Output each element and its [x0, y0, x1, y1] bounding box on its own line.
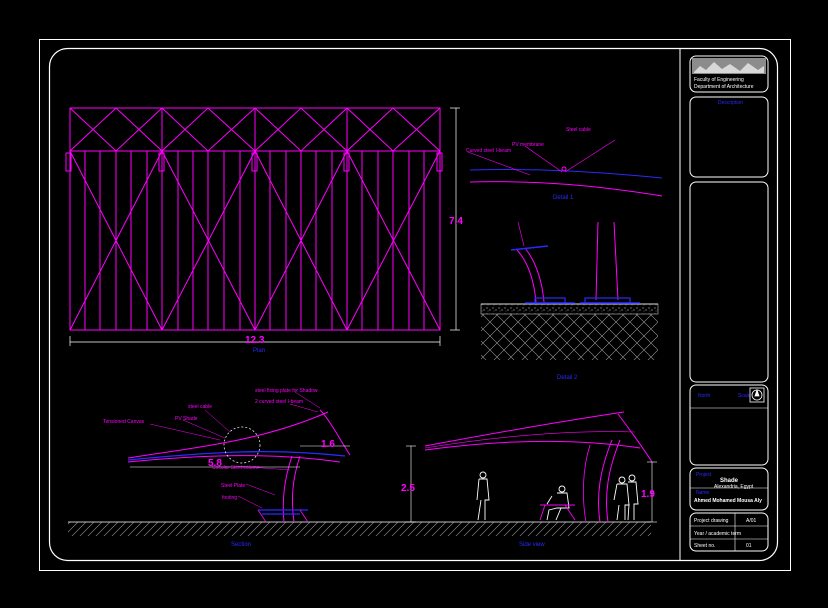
student-label: Name: [696, 490, 710, 496]
detail1-label-membrane: PV membrane: [512, 142, 544, 148]
university-logo: [692, 58, 766, 74]
row3-value: 01: [746, 543, 752, 549]
plan-dim-width: 12.3: [245, 335, 265, 346]
section-label-pv: PV Shade: [175, 416, 198, 422]
row1-value: A/01: [746, 518, 757, 524]
section-label-beam: 2 curved steel I-beam: [255, 399, 303, 405]
project-label: Project: [696, 472, 712, 478]
scale-label: Scale: [738, 393, 751, 399]
detail1-caption: Detail 1: [553, 195, 574, 201]
student-name: Ahmed Mohamed Mousa Aly: [694, 498, 762, 504]
detail1-label-beam: Curved steel I-beam: [466, 148, 511, 154]
univ-line-1: Faculty of Engineering: [694, 77, 744, 83]
section-label-plate: Steel Plate: [221, 483, 245, 489]
side-view-drawing: [358, 411, 657, 536]
plan-view: [65, 107, 443, 331]
project-location: Alexandria, Egypt: [714, 484, 754, 490]
sheet-outer-border: [39, 39, 791, 571]
section-label-cable: steel cable: [188, 404, 212, 410]
section-dim-span: 5.8: [208, 458, 222, 469]
section-label-footing: footing: [222, 495, 237, 501]
north-label: North: [698, 393, 710, 399]
detail1-label-cable: Steel cable: [566, 127, 591, 133]
univ-line-2: Department of Architecture: [694, 84, 754, 90]
detail-2-drawing: [480, 221, 659, 360]
section-label-fix: steel fixing plate for Shadow: [255, 388, 318, 394]
row2-label: Year / academic term: [694, 531, 741, 537]
detail2-caption: Detail 2: [557, 375, 578, 381]
section-dim-overhang: 1.6: [321, 439, 335, 450]
section-caption: Section: [231, 542, 251, 548]
plan-dim-height: 7.4: [449, 216, 463, 227]
north-arrow-icon: [749, 387, 765, 403]
side-dim-height-left: 2.5: [401, 483, 415, 494]
side-dim-height-right: 1.9: [641, 489, 655, 500]
row3-label: Sheet no.: [694, 543, 715, 549]
row1-label: Project drawing: [694, 518, 729, 524]
plan-caption: Plan: [253, 348, 265, 354]
section-label-membrane: Tensioned Canvas: [103, 419, 145, 425]
notes-title: Description: [718, 100, 743, 106]
side-caption: Side view: [519, 542, 545, 548]
cad-drawing-canvas: 12.3 7.4 Plan Steel cable PV membrane Cu…: [39, 39, 791, 571]
human-figures: [476, 471, 639, 521]
